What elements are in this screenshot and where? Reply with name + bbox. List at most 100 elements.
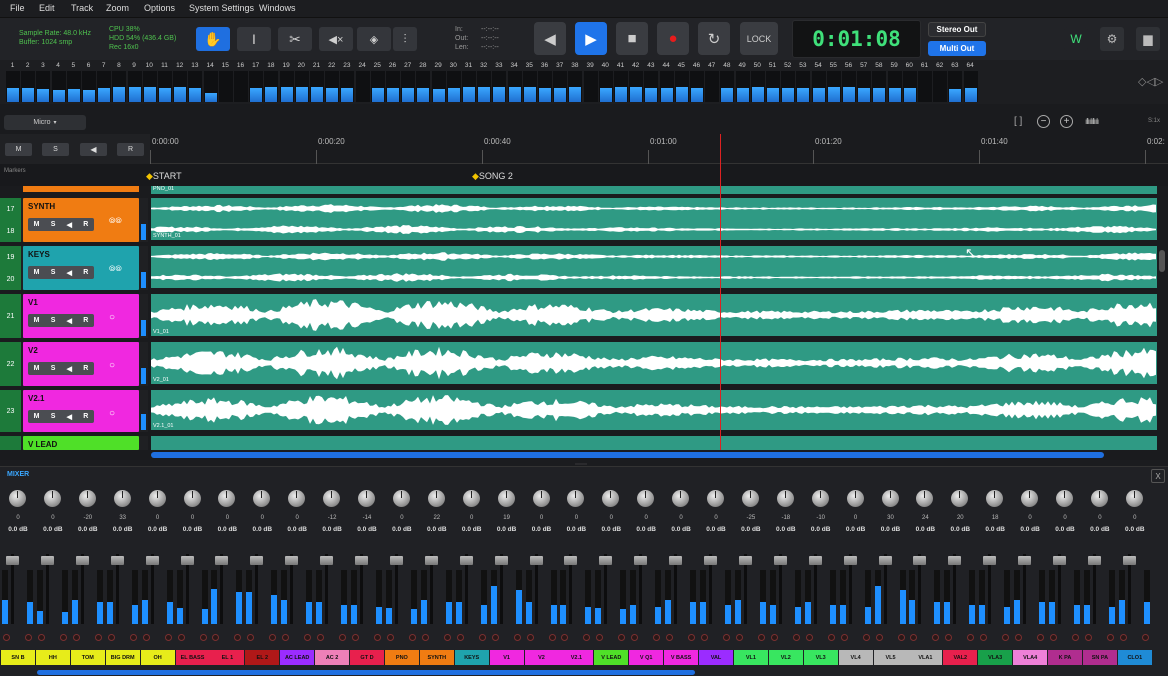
stereo-out-button[interactable]: Stereo Out — [928, 22, 986, 37]
track-solo-button[interactable]: S — [51, 317, 56, 324]
record-arm-icon[interactable] — [526, 634, 534, 641]
fader-handle[interactable] — [320, 556, 334, 565]
fader-handle[interactable] — [738, 556, 752, 565]
pan-knob[interactable] — [1090, 490, 1108, 507]
audio-clip[interactable] — [151, 246, 1157, 288]
mixer-close-button[interactable]: X — [1151, 469, 1165, 483]
channel-label[interactable]: GT D — [350, 650, 384, 665]
record-arm-icon[interactable] — [735, 634, 743, 641]
record-arm-icon[interactable] — [792, 634, 800, 641]
fader-handle[interactable] — [75, 556, 89, 565]
pan-knob[interactable] — [741, 490, 759, 507]
channel-label[interactable]: HH — [35, 650, 70, 665]
folder-icon[interactable]: ▆ — [1136, 27, 1160, 51]
track-record-button[interactable]: R — [83, 317, 88, 324]
hand-tool-button[interactable]: ✋ — [196, 27, 230, 51]
record-arm-icon[interactable] — [1084, 634, 1092, 641]
fader-handle[interactable] — [110, 556, 124, 565]
eq-button[interactable]: ⫶ — [393, 27, 417, 51]
channel-label[interactable]: VLA1 — [908, 650, 943, 665]
record-arm-icon[interactable] — [805, 634, 813, 641]
fit-icon[interactable]: [ ] — [1014, 116, 1022, 127]
fader-handle[interactable] — [6, 556, 19, 565]
fader-handle[interactable] — [1122, 556, 1136, 565]
pan-knob[interactable] — [288, 490, 306, 507]
record-arm-icon[interactable] — [352, 634, 359, 641]
audio-clip[interactable]: V2.1_01 — [151, 390, 1157, 430]
track-solo-button[interactable]: S — [51, 221, 56, 228]
track-speaker-icon[interactable]: ◀ — [67, 317, 72, 325]
gear-icon[interactable]: ⚙ — [1100, 27, 1124, 51]
pan-knob[interactable] — [113, 490, 131, 507]
fader-handle[interactable] — [669, 556, 683, 565]
pan-knob[interactable] — [9, 490, 26, 507]
track-mute-button[interactable]: M — [34, 317, 40, 324]
record-arm-icon[interactable] — [1072, 634, 1079, 641]
pan-knob[interactable] — [183, 490, 201, 507]
channel-label[interactable]: SYNTH — [419, 650, 454, 665]
channel-label[interactable]: VLA4 — [1013, 650, 1048, 665]
channel-label[interactable]: VL4 — [838, 650, 873, 665]
record-arm-icon[interactable] — [3, 634, 10, 641]
channel-label[interactable]: V1 — [489, 650, 524, 665]
fader-handle[interactable] — [634, 556, 648, 565]
track-solo-button[interactable]: S — [51, 365, 56, 372]
loop-button[interactable]: ↻ — [698, 22, 730, 55]
track-mute-button[interactable]: M — [34, 413, 40, 420]
channel-label[interactable]: KEYS — [454, 650, 489, 665]
record-arm-icon[interactable] — [339, 634, 347, 641]
record-arm-icon[interactable] — [980, 634, 988, 641]
fader-handle[interactable] — [1087, 556, 1101, 565]
zoom-in-icon[interactable]: + — [1060, 115, 1073, 128]
pan-knob[interactable] — [916, 490, 934, 507]
record-arm-icon[interactable] — [177, 634, 185, 641]
record-arm-icon[interactable] — [129, 634, 137, 641]
record-arm-icon[interactable] — [142, 634, 150, 641]
lock-button[interactable]: LOCK — [740, 22, 778, 55]
splitter-handle-icon[interactable]: ⋯⋯ — [575, 461, 587, 468]
menu-zoom[interactable]: Zoom — [106, 3, 129, 13]
channel-label[interactable]: VAL2 — [943, 650, 978, 665]
record-arm-icon[interactable] — [666, 634, 674, 641]
channel-label[interactable]: V BASS — [664, 650, 699, 665]
record-arm-icon[interactable] — [212, 634, 220, 641]
fader-handle[interactable] — [1053, 556, 1066, 565]
menu-system-settings[interactable]: System Settings — [189, 3, 254, 13]
record-arm-icon[interactable] — [37, 634, 45, 641]
channel-label[interactable]: TOM — [70, 650, 105, 665]
record-arm-icon[interactable] — [897, 634, 905, 641]
meter-scroll-icon[interactable]: ◇◁▷ — [1138, 75, 1163, 88]
pan-knob[interactable] — [78, 490, 96, 507]
record-arm-icon[interactable] — [234, 634, 242, 641]
audio-clip[interactable]: SYNTH_01 — [151, 198, 1157, 240]
multi-out-button[interactable]: Multi Out — [928, 41, 986, 56]
record-arm-icon[interactable] — [282, 634, 290, 641]
rewind-button[interactable]: ◀ — [534, 22, 566, 55]
channel-label[interactable]: V2.1 — [559, 650, 594, 665]
mono-icon[interactable]: ○ — [109, 408, 115, 419]
track-name[interactable]: V2.1 — [28, 394, 44, 403]
record-arm-icon[interactable] — [72, 634, 80, 641]
pan-knob[interactable] — [1021, 490, 1039, 507]
pan-knob[interactable] — [497, 490, 515, 507]
channel-label[interactable]: V Q1 — [629, 650, 664, 665]
channel-label[interactable]: SN B — [1, 650, 35, 665]
fader-handle[interactable] — [40, 556, 54, 565]
record-arm-icon[interactable] — [269, 634, 277, 641]
record-arm-icon[interactable] — [653, 634, 661, 641]
fader-handle[interactable] — [808, 556, 822, 565]
fader-handle[interactable] — [773, 556, 787, 565]
record-arm-icon[interactable] — [513, 634, 521, 641]
channel-label[interactable]: CLO1 — [1117, 650, 1152, 665]
channel-label[interactable]: EL 1 — [210, 650, 245, 665]
channel-label[interactable]: V LEAD — [594, 650, 629, 665]
fader-handle[interactable] — [704, 556, 717, 565]
fader-handle[interactable] — [843, 556, 857, 565]
channel-label[interactable]: BIG DRM — [105, 650, 140, 665]
fader-handle[interactable] — [1018, 556, 1032, 565]
fader-handle[interactable] — [948, 556, 962, 565]
horizontal-scrollbar[interactable] — [151, 452, 1104, 458]
pan-knob[interactable] — [43, 490, 61, 507]
record-arm-icon[interactable] — [408, 634, 416, 641]
record-arm-icon[interactable] — [1015, 634, 1023, 641]
